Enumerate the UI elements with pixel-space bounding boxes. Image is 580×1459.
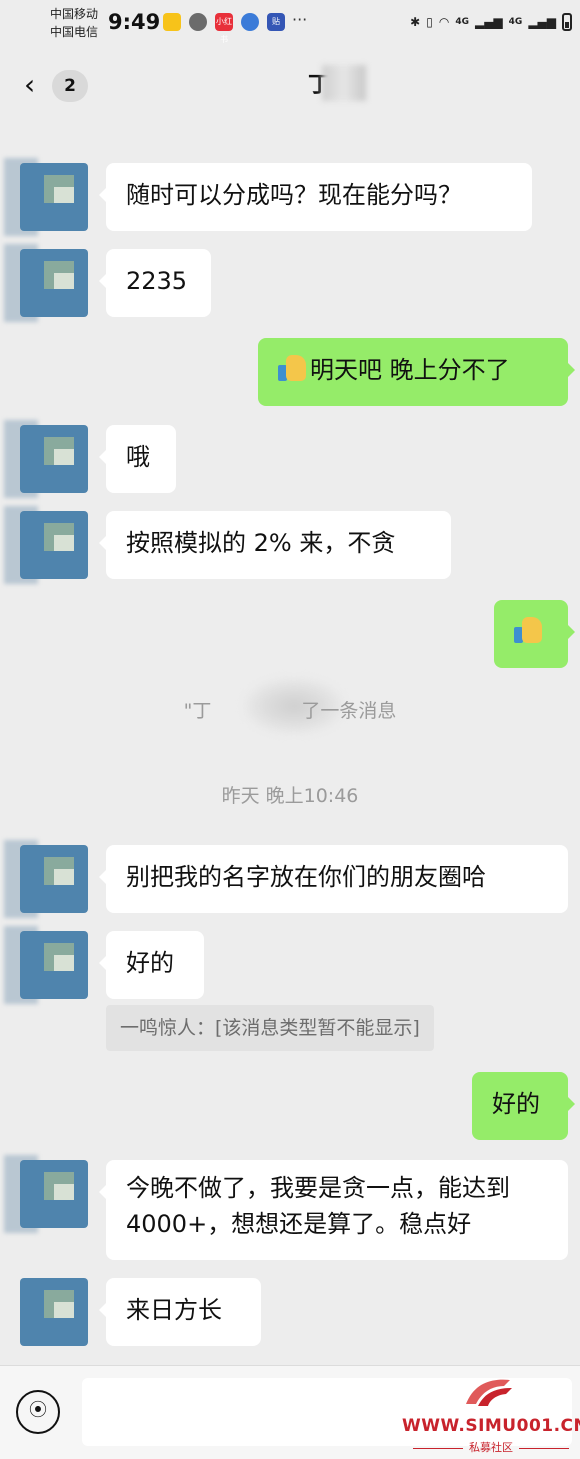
watermark: WWW.SIMU001.CN 私募社区 xyxy=(402,1372,580,1459)
message-text: 明天吧 晚上分不了 xyxy=(310,356,510,384)
tieba-icon: 贴 xyxy=(267,13,285,31)
message-bubble-outgoing[interactable]: 好的 xyxy=(472,1072,575,1140)
recall-prefix: "丁 xyxy=(183,700,212,722)
quoted-message[interactable]: 一鸣惊人：[该消息类型暂不能显示] xyxy=(106,1005,434,1051)
xiaohongshu-icon: 小红书 xyxy=(215,13,233,44)
watermark-site: WWW.SIMU001.CN xyxy=(402,1416,580,1436)
thumbs-up-icon xyxy=(278,353,308,383)
avatar[interactable] xyxy=(20,931,88,999)
avatar[interactable] xyxy=(20,511,88,579)
watermark-logo-icon xyxy=(466,1379,512,1406)
message-bubble[interactable]: 来日方长 xyxy=(99,1278,261,1346)
chat-header: ‹ 2 丁 xyxy=(0,45,580,130)
unread-count-badge[interactable]: 2 xyxy=(52,70,88,102)
message-bubble[interactable]: 哦 xyxy=(99,425,176,493)
carrier-1: 中国移动 xyxy=(50,7,99,21)
recall-suffix: 了一条消息 xyxy=(301,700,397,722)
weibo-icon xyxy=(163,13,181,31)
message-bubble[interactable]: 今晚不做了，我要是贪一点，能达到 4000+，想想还是算了。稳点好 xyxy=(99,1160,568,1260)
network-type-2: 4G xyxy=(508,17,523,27)
wechat-icon xyxy=(189,13,207,31)
message-bubble-outgoing[interactable]: 明天吧 晚上分不了 xyxy=(258,338,575,406)
status-bar: 中国移动 中国电信 9:49 小红书 贴 ··· ✱ ▯ ◠ 4G ▂▄▆ 4G… xyxy=(0,0,580,45)
message-list[interactable]: 随时可以分成吗？现在能分吗？ 2235 明天吧 晚上分不了 哦 按照模拟的 2%… xyxy=(0,130,580,1365)
message-bubble[interactable]: 2235 xyxy=(99,249,211,317)
bluetooth-icon: ✱ xyxy=(410,15,421,29)
thumbs-up-icon xyxy=(514,615,544,645)
watermark-name: 私募社区 xyxy=(402,1439,580,1455)
message-bubble[interactable]: 随时可以分成吗？现在能分吗？ xyxy=(99,163,532,231)
title-mosaic xyxy=(322,65,366,101)
message-bubble[interactable]: 按照模拟的 2% 来，不贪 xyxy=(99,511,451,579)
more-notifications-icon: ··· xyxy=(292,10,308,29)
browser-icon xyxy=(241,13,259,31)
signal-icon-2: ▂▄▆ xyxy=(528,15,556,29)
message-bubble[interactable]: 别把我的名字放在你们的朋友圈哈 xyxy=(99,845,568,913)
timestamp: 昨天 晚上10:46 xyxy=(221,785,359,807)
avatar[interactable] xyxy=(20,425,88,493)
message-bubble[interactable]: 好的 xyxy=(99,931,204,999)
wifi-icon: ◠ xyxy=(438,15,450,29)
recall-notice: "丁 了一条消息 xyxy=(0,696,580,723)
avatar[interactable] xyxy=(20,163,88,231)
status-time: 9:49 xyxy=(108,10,161,34)
voice-input-icon[interactable]: ⦿ xyxy=(16,1390,60,1434)
back-icon[interactable]: ‹ xyxy=(24,70,46,100)
avatar[interactable] xyxy=(20,845,88,913)
battery-icon xyxy=(562,13,572,31)
message-bubble-outgoing[interactable] xyxy=(494,600,575,668)
carrier-2: 中国电信 xyxy=(50,25,99,39)
signal-icon-1: ▂▄▆ xyxy=(474,15,503,29)
avatar[interactable] xyxy=(20,1278,88,1346)
network-type-1: 4G xyxy=(455,17,469,27)
vibrate-icon: ▯ xyxy=(426,15,433,29)
avatar[interactable] xyxy=(20,249,88,317)
avatar[interactable] xyxy=(20,1160,88,1228)
